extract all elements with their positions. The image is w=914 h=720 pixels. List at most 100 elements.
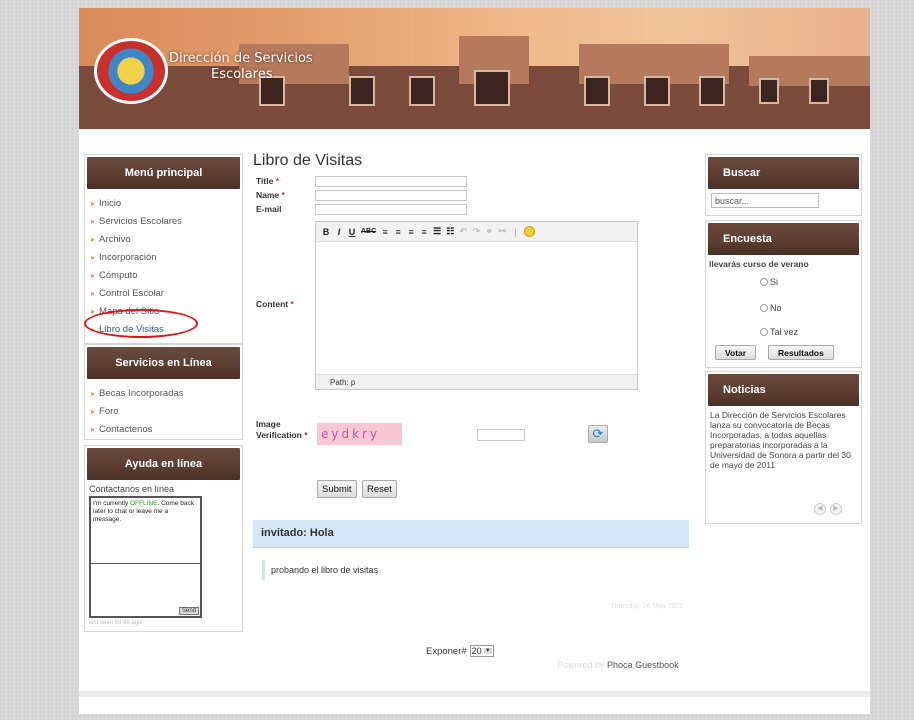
menu-item-contactenos[interactable]: ▸ Contactenos <box>91 421 242 439</box>
exponer-control: Exponer# 20 ▼ <box>426 645 494 657</box>
entry-header: invitado: Hola <box>253 520 689 548</box>
editor-toolbar: B I U ABC ≡ ≡ ≡ ≡ ☰ ☷ ↶ ↷ ⚭ ⚯ | <box>316 222 637 242</box>
menu-item-becas-incorporadas[interactable]: ▸ Becas Incorporadas <box>91 385 242 403</box>
submit-button[interactable]: Submit <box>317 480 357 498</box>
bullet-icon: ▸ <box>91 217 96 226</box>
bullet-list-icon[interactable]: ☰ <box>433 226 441 237</box>
bullet-icon: ▸ <box>91 425 96 434</box>
bullet-icon: ▸ <box>91 289 96 298</box>
chevron-down-icon: ▼ <box>483 648 492 654</box>
buscar-title: Buscar <box>708 157 859 189</box>
unlink-icon[interactable]: ⚯ <box>498 226 507 237</box>
entry-body: probando el libro de visitas <box>262 560 689 580</box>
news-text: La Dirección de Servicios Escolares lanz… <box>710 410 851 470</box>
exponer-label: Exponer# <box>426 645 467 657</box>
poll-option-si[interactable]: Si <box>760 277 778 287</box>
captcha-input[interactable] <box>477 429 525 441</box>
content-editor: B I U ABC ≡ ≡ ≡ ≡ ☰ ☷ ↶ ↷ ⚭ ⚯ | Path: p <box>315 221 638 390</box>
page-title: Libro de Visitas <box>253 152 363 169</box>
underline-icon[interactable]: U <box>348 227 356 237</box>
title-label: Title * <box>256 176 280 186</box>
page-container: Dirección de Servicios Escolares Menú pr… <box>79 8 870 714</box>
exponer-select[interactable]: 20 ▼ <box>469 645 494 657</box>
vote-button[interactable]: Votar <box>715 345 757 360</box>
menu-item-foro[interactable]: ▸ Foro <box>91 403 242 421</box>
menu-principal-title: Menú principal <box>87 157 240 189</box>
search-input[interactable]: buscar... <box>711 193 819 208</box>
ayuda-title: Ayuda en línea <box>87 448 240 480</box>
reset-button[interactable]: Reset <box>362 480 397 498</box>
servicios-linea-title: Servicios en Línea <box>87 347 240 379</box>
menu-item-incorporacion[interactable]: ▸ Incorporación <box>91 249 242 267</box>
bullet-icon: ▸ <box>91 199 96 208</box>
redo-icon[interactable]: ↷ <box>472 226 481 237</box>
align-left-icon[interactable]: ≡ <box>381 227 389 237</box>
chat-message: I'm currently OFFLINE. Come back later t… <box>91 498 200 564</box>
servicios-linea-list: ▸ Becas Incorporadas ▸ Foro ▸ Contactenos <box>85 381 242 443</box>
editor-path: Path: p <box>316 374 637 389</box>
noticias-module: Noticias La Dirección de Servicios Escol… <box>705 371 862 524</box>
bullet-icon: ▸ <box>91 271 96 280</box>
poll-option-tal-vez[interactable]: Tal vez <box>760 327 798 337</box>
align-justify-icon[interactable]: ≡ <box>420 227 428 237</box>
poll-option-no[interactable]: No <box>760 303 782 313</box>
name-input[interactable] <box>315 190 467 201</box>
link-icon[interactable]: ⚭ <box>485 226 494 237</box>
menu-item-inicio[interactable]: ▸ Inicio <box>91 195 242 213</box>
bullet-icon: ▸ <box>91 253 96 262</box>
menu-item-archivo[interactable]: ▸ Archivo <box>91 231 242 249</box>
encuesta-title: Encuesta <box>708 223 859 255</box>
news-prev-icon[interactable]: ◀ <box>814 503 826 515</box>
align-right-icon[interactable]: ≡ <box>407 227 415 237</box>
numbered-list-icon[interactable]: ☷ <box>446 226 454 237</box>
strikethrough-icon[interactable]: ABC <box>361 228 376 235</box>
guestbook-entry: invitado: Hola probando el libro de visi… <box>253 520 689 614</box>
bullet-icon: ▸ <box>91 407 96 416</box>
email-input[interactable] <box>315 204 467 215</box>
smiley-icon[interactable] <box>524 226 536 237</box>
undo-icon[interactable]: ↶ <box>459 226 468 237</box>
university-seal-logo[interactable] <box>94 38 168 104</box>
last-seen-text: last seen 5d 8h ago <box>89 620 142 626</box>
poll-question: llevarás curso de verano <box>709 259 809 269</box>
chat-widget: I'm currently OFFLINE. Come back later t… <box>89 496 202 618</box>
powered-by: Powered by Phoca Guestbook <box>557 660 679 670</box>
bullet-icon: ▸ <box>91 389 96 398</box>
radio-icon[interactable] <box>760 328 768 336</box>
menu-item-servicios-escolares[interactable]: ▸ Servicios Escolares <box>91 213 242 231</box>
servicios-linea-module: Servicios en Línea ▸ Becas Incorporadas ▸… <box>84 344 243 440</box>
title-input[interactable] <box>315 176 467 187</box>
image-verification-label: Image Verification * <box>256 419 308 440</box>
ayuda-subtitle: Contactanos en línea <box>89 484 175 494</box>
results-button[interactable]: Resultados <box>768 345 834 360</box>
menu-item-control-escolar[interactable]: ▸ Control Escolar <box>91 285 242 303</box>
bold-icon[interactable]: B <box>322 227 330 237</box>
buscar-module: Buscar buscar... <box>705 154 862 216</box>
ayuda-module: Ayuda en línea Contactanos en línea I'm … <box>84 445 243 632</box>
noticias-title: Noticias <box>708 374 859 406</box>
name-label: Name * <box>256 190 285 200</box>
align-center-icon[interactable]: ≡ <box>394 227 402 237</box>
menu-item-computo[interactable]: ▸ Cómputo <box>91 267 242 285</box>
toolbar-separator: | <box>514 226 517 237</box>
refresh-captcha-icon[interactable]: ⟳ <box>588 425 608 443</box>
email-label: E-mail <box>256 204 282 214</box>
entry-date: Thursday, 26 May 2011 <box>610 603 683 610</box>
radio-icon[interactable] <box>760 278 768 286</box>
phoca-guestbook-link[interactable]: Phoca Guestbook <box>607 660 679 670</box>
footer-bar <box>79 691 870 697</box>
editor-textarea[interactable] <box>316 242 637 371</box>
chat-status: OFFLINE <box>130 500 158 507</box>
highlight-oval <box>84 309 198 338</box>
bullet-icon: ▸ <box>91 235 96 244</box>
content-label: Content * <box>256 299 294 309</box>
captcha-image: eydkry <box>317 423 402 445</box>
italic-icon[interactable]: I <box>335 227 343 237</box>
header-banner: Dirección de Servicios Escolares <box>79 8 870 129</box>
radio-icon[interactable] <box>760 304 768 312</box>
news-next-icon[interactable]: ▶ <box>830 503 842 515</box>
site-title[interactable]: Dirección de Servicios Escolares <box>169 51 313 83</box>
chat-input[interactable] <box>91 564 200 608</box>
chat-send-button[interactable]: Send <box>178 607 199 615</box>
encuesta-module: Encuesta llevarás curso de verano Si No … <box>705 220 862 368</box>
